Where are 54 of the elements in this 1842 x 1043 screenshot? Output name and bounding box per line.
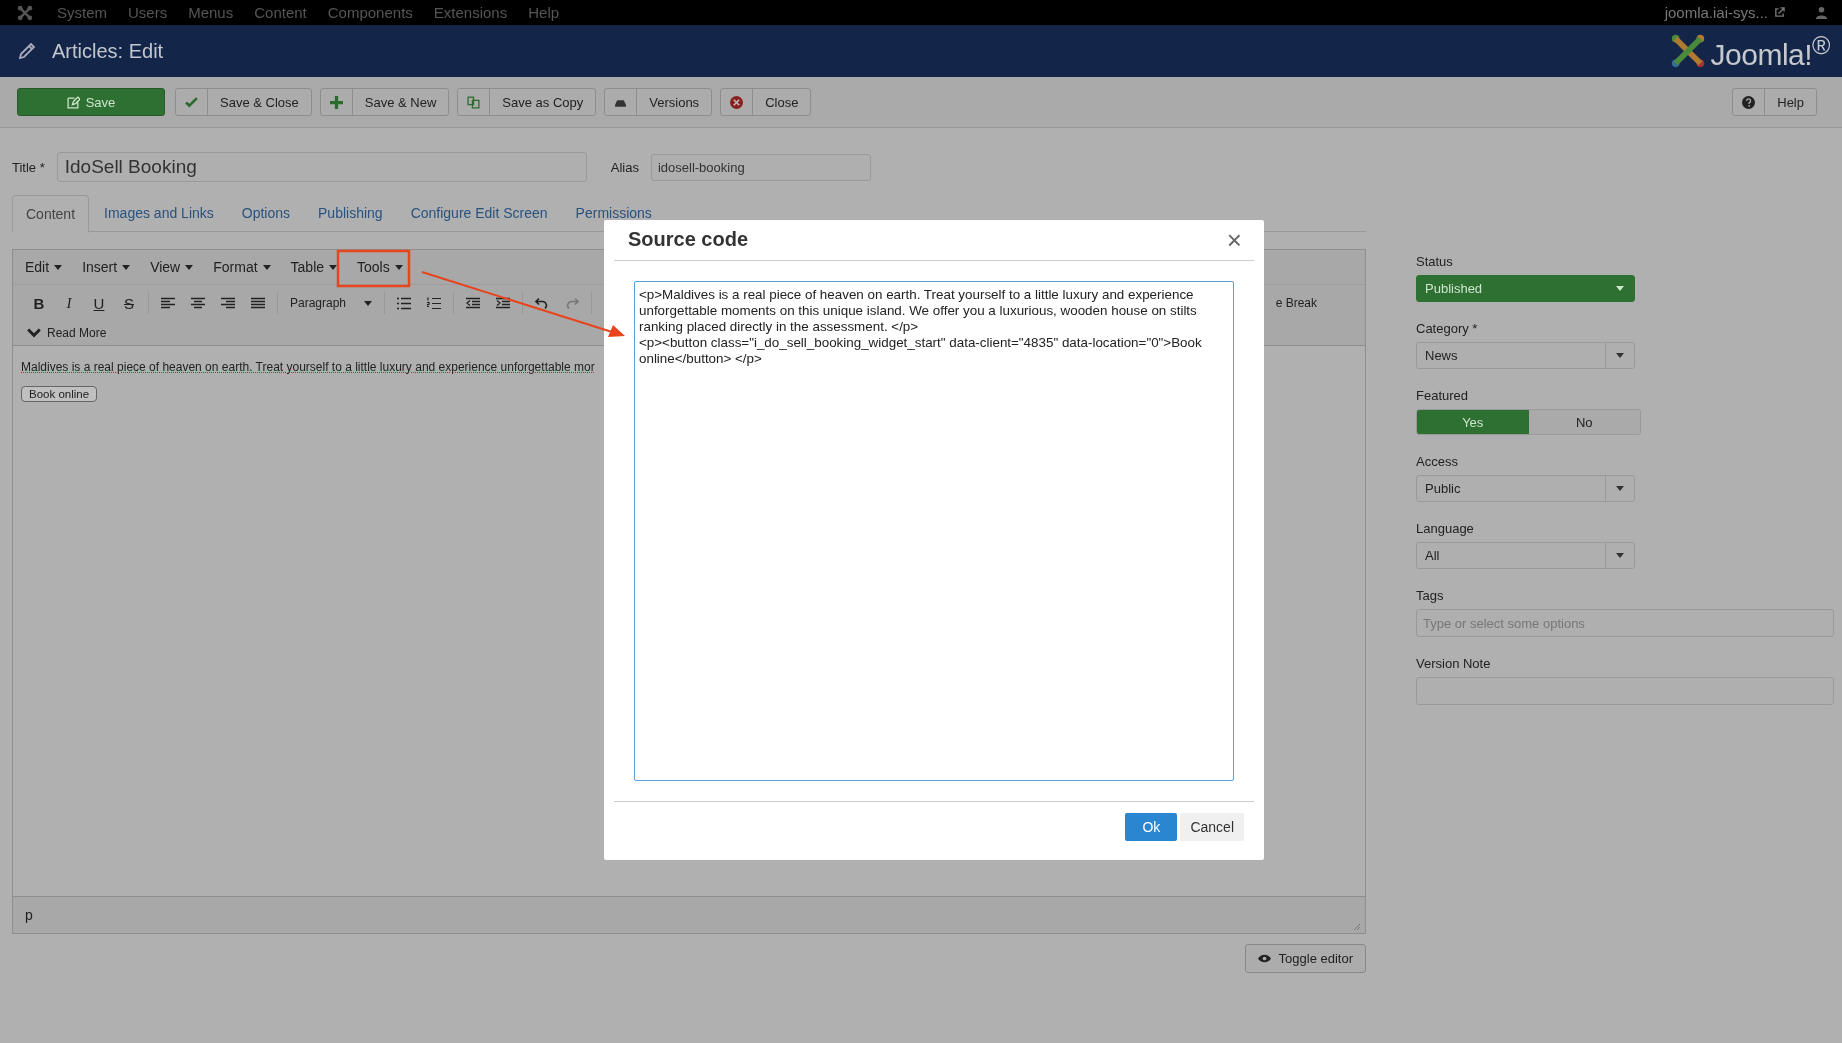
field-label: Language	[1416, 521, 1475, 536]
toolbar-button[interactable]: Save & New	[319, 88, 450, 116]
field-label: Version Note	[1416, 656, 1492, 671]
tab[interactable]: Content	[12, 195, 90, 233]
toggle-option[interactable]: No	[1528, 410, 1640, 434]
format-button[interactable]: U	[84, 294, 114, 312]
site-link[interactable]: joomla.iai-sys...	[1664, 4, 1768, 21]
format-button[interactable]: I	[54, 294, 84, 312]
toolbar-button[interactable]: Versions	[604, 88, 713, 116]
tab[interactable]: Images and Links	[91, 195, 227, 231]
field-label: Status	[1416, 254, 1454, 269]
element-path: p	[25, 907, 33, 923]
toggle-option[interactable]: Yes	[1417, 410, 1529, 434]
alias-field[interactable]: idosell-booking	[650, 153, 871, 181]
toggle-editor-button[interactable]: Toggle editor	[1244, 944, 1366, 973]
dialog-button[interactable]: Ok	[1125, 812, 1178, 841]
read-more-button[interactable]: Read More	[27, 326, 107, 340]
help-button[interactable]: Help	[1732, 88, 1817, 116]
editor-menu[interactable]: View	[150, 259, 194, 275]
tab[interactable]: Configure Edit Screen	[397, 195, 561, 231]
select-field[interactable]: Published	[1416, 275, 1635, 302]
text-field[interactable]: Type or select some options	[1416, 609, 1834, 637]
select-field[interactable]: News	[1416, 342, 1635, 369]
editor-menu[interactable]: Tools	[357, 259, 403, 275]
dialog-button[interactable]: Cancel	[1180, 812, 1244, 841]
joomla-logo-text: Joomla!$^{®}$	[1710, 30, 1830, 72]
editor-menu[interactable]: Table	[290, 259, 338, 275]
page-title: Articles: Edit	[52, 39, 164, 63]
field-label: Tags	[1416, 588, 1445, 603]
format-button[interactable]: S	[114, 294, 144, 312]
select-field[interactable]: Public	[1416, 475, 1635, 502]
editor-menu[interactable]: Format	[213, 259, 271, 275]
format-button[interactable]: B	[24, 294, 54, 312]
toolbar-button[interactable]: Save as Copy	[457, 88, 597, 116]
book-online-button[interactable]: Book online	[21, 386, 98, 402]
editor-menu[interactable]: Edit	[25, 259, 63, 275]
block-format-dropdown[interactable]: Paragraph	[282, 296, 380, 310]
title-field[interactable]: IdoSell Booking	[56, 152, 587, 182]
field-label: Category *	[1416, 321, 1479, 336]
select-field[interactable]: All	[1416, 542, 1635, 569]
toolbar-button[interactable]: Save	[17, 88, 165, 116]
toolbar-button[interactable]: Save & Close	[175, 88, 312, 116]
modal-title: Source code	[628, 228, 749, 252]
editor-menu[interactable]: Insert	[82, 259, 131, 275]
toolbar-button[interactable]: Close	[720, 88, 812, 116]
toolbar-button[interactable]: e Break	[1275, 296, 1317, 310]
tab[interactable]: Publishing	[305, 195, 396, 231]
field-label: Featured	[1416, 388, 1470, 403]
tab[interactable]: Options	[228, 195, 304, 231]
title-label: Title *	[12, 159, 45, 175]
field-label: Access	[1416, 454, 1459, 469]
source-code-field[interactable]: <p>Maldives is a real piece of heaven on earth. Treat yourself to a little luxury and experience unforgettable moments on this unique island. We offer you a luxurious, wooden house on stilts ranking placed directly in the assessment. </p> <p><button class="i_do_sell_booking_widget_start" data-client="4835" data-location="0">Book online</button> </p>	[634, 280, 1234, 781]
alias-label: Alias	[610, 159, 639, 175]
close-button[interactable]: ×	[1226, 226, 1242, 253]
